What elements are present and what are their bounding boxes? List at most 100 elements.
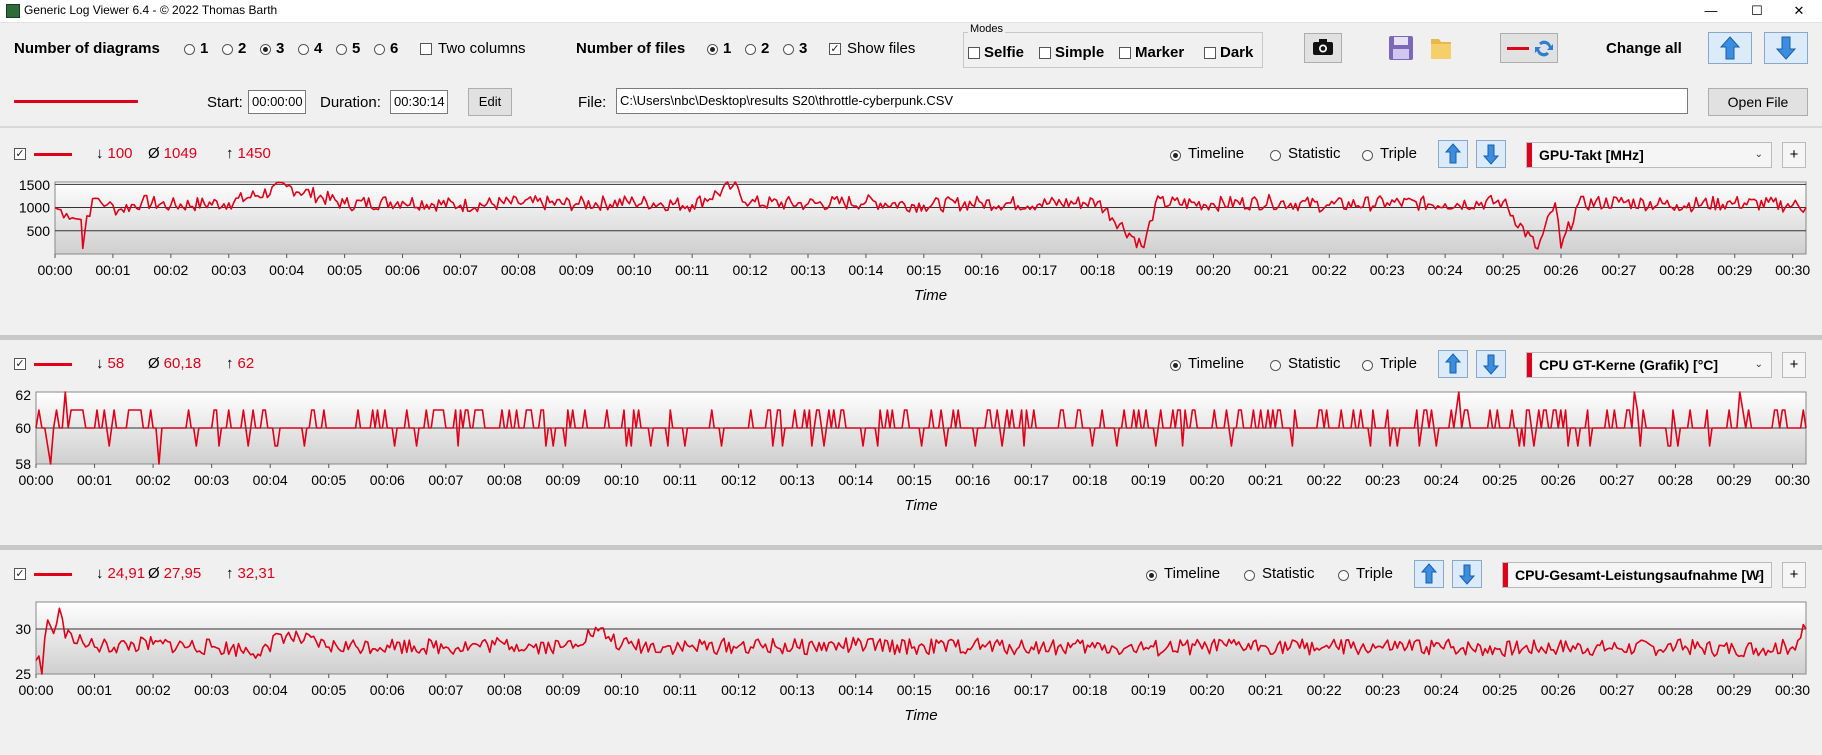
marker-checkbox[interactable] — [1119, 47, 1131, 59]
series-color-swatch[interactable] — [34, 153, 72, 156]
x-tick-label: 00:23 — [1365, 472, 1400, 488]
diagram-radio-3[interactable] — [260, 44, 271, 55]
mode-label: Dark — [1220, 44, 1254, 61]
change-all-label: Change all — [1606, 40, 1682, 57]
triple-radio[interactable] — [1338, 570, 1349, 581]
move-all-down-button[interactable] — [1764, 32, 1808, 64]
series-color-swatch[interactable] — [34, 573, 72, 576]
sensor-color-bar — [1527, 143, 1532, 167]
duration-input[interactable]: 00:30:14 — [390, 90, 448, 114]
plot-area — [35, 601, 1807, 675]
series-visible-checkbox[interactable]: ✓ — [14, 148, 26, 160]
sensor-color-bar — [1503, 563, 1508, 587]
timeline-chart: 500 1000 1500 00:00 00:01 00:02 00:03 00:04 00:0… — [19, 177, 1811, 304]
series-visible-checkbox[interactable]: ✓ — [14, 568, 26, 580]
save-icon — [1389, 36, 1413, 60]
show-files-checkbox[interactable]: ✓ — [829, 43, 841, 55]
two-columns-checkbox[interactable] — [420, 43, 432, 55]
swap-colors-button[interactable] — [1500, 33, 1558, 63]
diagram-radio-5[interactable] — [336, 44, 347, 55]
series-color-swatch[interactable] — [34, 363, 72, 366]
diagram-radio-1[interactable] — [184, 44, 195, 55]
series-visible-checkbox[interactable]: ✓ — [14, 358, 26, 370]
file-radio-1[interactable] — [707, 44, 718, 55]
y-tick-label: 62 — [15, 387, 31, 403]
x-tick-label: 00:03 — [194, 682, 229, 698]
min-stat: ↓ 24,91 — [96, 565, 145, 582]
show-files-label: Show files — [847, 40, 916, 57]
add-series-button[interactable]: + — [1782, 562, 1806, 588]
move-down-button[interactable] — [1452, 560, 1482, 588]
x-tick-label: 00:29 — [1717, 262, 1752, 278]
open-file-button[interactable]: Open File — [1708, 88, 1808, 116]
x-tick-label: 00:05 — [311, 472, 346, 488]
move-up-button[interactable] — [1438, 140, 1468, 168]
edit-button[interactable]: Edit — [468, 88, 512, 116]
x-axis-title: Time — [914, 287, 947, 304]
file-radio-3[interactable] — [783, 44, 794, 55]
sensor-select[interactable]: CPU GT-Kerne (Grafik) [°C] ⌄ — [1526, 352, 1772, 378]
selfie-checkbox[interactable] — [968, 47, 980, 59]
x-tick-label: 00:14 — [838, 472, 873, 488]
move-up-button[interactable] — [1438, 350, 1468, 378]
close-button[interactable]: ✕ — [1776, 0, 1822, 22]
save-button[interactable] — [1386, 33, 1416, 63]
move-all-up-button[interactable] — [1708, 32, 1752, 64]
x-tick-label: 00:17 — [1014, 472, 1049, 488]
x-tick-label: 00:29 — [1716, 472, 1751, 488]
timeline-radio[interactable] — [1146, 570, 1157, 581]
move-down-button[interactable] — [1476, 140, 1506, 168]
max-stat: ↑ 1450 — [226, 145, 271, 162]
simple-checkbox[interactable] — [1039, 47, 1051, 59]
open-folder-button[interactable] — [1426, 33, 1456, 63]
y-tick-label: 1500 — [19, 177, 50, 193]
window-title: Generic Log Viewer 6.4 - © 2022 Thomas B… — [24, 3, 278, 17]
maximize-button[interactable]: ☐ — [1734, 0, 1780, 22]
files-label: Number of files — [576, 40, 686, 57]
folder-icon — [1431, 39, 1451, 59]
triple-radio[interactable] — [1362, 150, 1373, 161]
x-tick-label: 00:20 — [1196, 262, 1231, 278]
move-up-button[interactable] — [1414, 560, 1444, 588]
triple-radio[interactable] — [1362, 360, 1373, 371]
max-symbol: ↑ — [226, 355, 234, 372]
timeline-radio[interactable] — [1170, 150, 1181, 161]
mode-label: Marker — [1135, 44, 1185, 61]
timeline-radio[interactable] — [1170, 360, 1181, 371]
chevron-down-icon: ⌄ — [1754, 569, 1763, 580]
move-down-button[interactable] — [1476, 350, 1506, 378]
statistic-radio[interactable] — [1244, 570, 1255, 581]
arrow-up-icon — [1444, 353, 1462, 374]
minimize-button[interactable]: — — [1688, 0, 1734, 22]
screenshot-button[interactable] — [1304, 33, 1342, 63]
y-tick-label: 500 — [27, 223, 51, 239]
statistic-radio[interactable] — [1270, 360, 1281, 371]
add-series-button[interactable]: + — [1782, 352, 1806, 378]
x-tick-label: 00:15 — [897, 472, 932, 488]
statistic-label: Statistic — [1288, 145, 1341, 162]
x-tick-label: 00:23 — [1370, 262, 1405, 278]
diagram-radio-4[interactable] — [298, 44, 309, 55]
min-value: 100 — [107, 145, 133, 162]
timeline-label: Timeline — [1164, 565, 1221, 582]
max-value: 1450 — [237, 145, 271, 162]
file-path-input[interactable]: C:\Users\nbc\Desktop\results S20\throttl… — [616, 88, 1688, 114]
start-input[interactable]: 00:00:00 — [248, 90, 306, 114]
line-color-swatch[interactable] — [14, 100, 138, 103]
diagram-radio-6[interactable] — [374, 44, 385, 55]
x-tick-label: 00:19 — [1131, 472, 1166, 488]
add-series-button[interactable]: + — [1782, 142, 1806, 168]
x-tick-label: 00:04 — [253, 682, 288, 698]
x-tick-label: 00:27 — [1599, 472, 1634, 488]
y-tick-label: 60 — [15, 420, 31, 436]
x-tick-label: 00:08 — [487, 682, 522, 698]
file-radio-2[interactable] — [745, 44, 756, 55]
dark-checkbox[interactable] — [1204, 47, 1216, 59]
diagram-radio-2[interactable] — [222, 44, 233, 55]
max-value: 62 — [237, 355, 255, 372]
sensor-select[interactable]: GPU-Takt [MHz] ⌄ — [1526, 142, 1772, 168]
x-axis-title: Time — [904, 707, 937, 724]
x-tick-label: 00:20 — [1189, 472, 1224, 488]
sensor-select[interactable]: CPU-Gesamt-Leistungsaufnahme [W] ⌄ — [1502, 562, 1772, 588]
statistic-radio[interactable] — [1270, 150, 1281, 161]
